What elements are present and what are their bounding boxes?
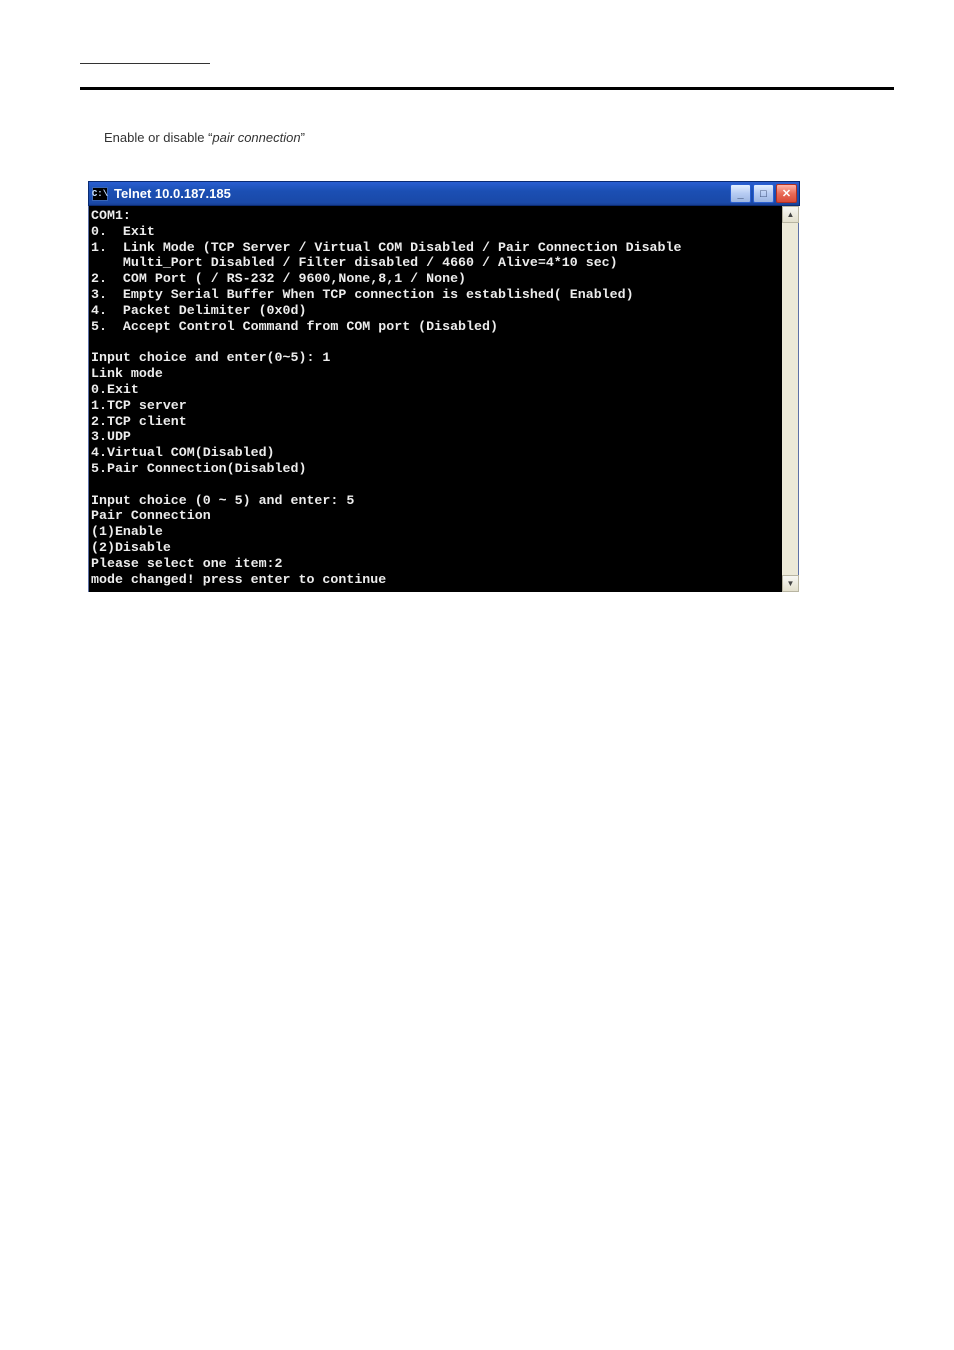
console-wrap: COM1: 0. Exit 1. Link Mode (TCP Server /… — [88, 206, 800, 592]
instr-prefix: E — [104, 130, 113, 145]
instr-suffix: ” — [301, 130, 305, 145]
scroll-down-button[interactable]: ▼ — [782, 575, 799, 592]
instr-mid: nable or disable “ — [113, 130, 213, 145]
minimize-button[interactable]: _ — [730, 184, 751, 203]
horizontal-rule — [80, 87, 894, 90]
window-title: Telnet 10.0.187.185 — [114, 186, 231, 201]
vertical-scrollbar[interactable]: ▲ ▼ — [782, 206, 799, 592]
window-titlebar[interactable]: C:\ Telnet 10.0.187.185 _ □ ✕ — [88, 181, 800, 206]
title-left: C:\ Telnet 10.0.187.185 — [92, 186, 231, 201]
maximize-button[interactable]: □ — [753, 184, 774, 203]
header-underline — [80, 50, 210, 64]
scroll-up-button[interactable]: ▲ — [782, 206, 799, 223]
cmd-icon: C:\ — [92, 187, 108, 201]
close-button[interactable]: ✕ — [776, 184, 797, 203]
scroll-track[interactable] — [782, 223, 798, 575]
instruction-line: Enable or disable “pair connection” — [104, 130, 894, 145]
window-controls: _ □ ✕ — [730, 184, 797, 203]
console-output[interactable]: COM1: 0. Exit 1. Link Mode (TCP Server /… — [88, 206, 782, 592]
instr-italic: pair connection — [212, 130, 300, 145]
telnet-window: C:\ Telnet 10.0.187.185 _ □ ✕ COM1: 0. E… — [88, 181, 800, 592]
